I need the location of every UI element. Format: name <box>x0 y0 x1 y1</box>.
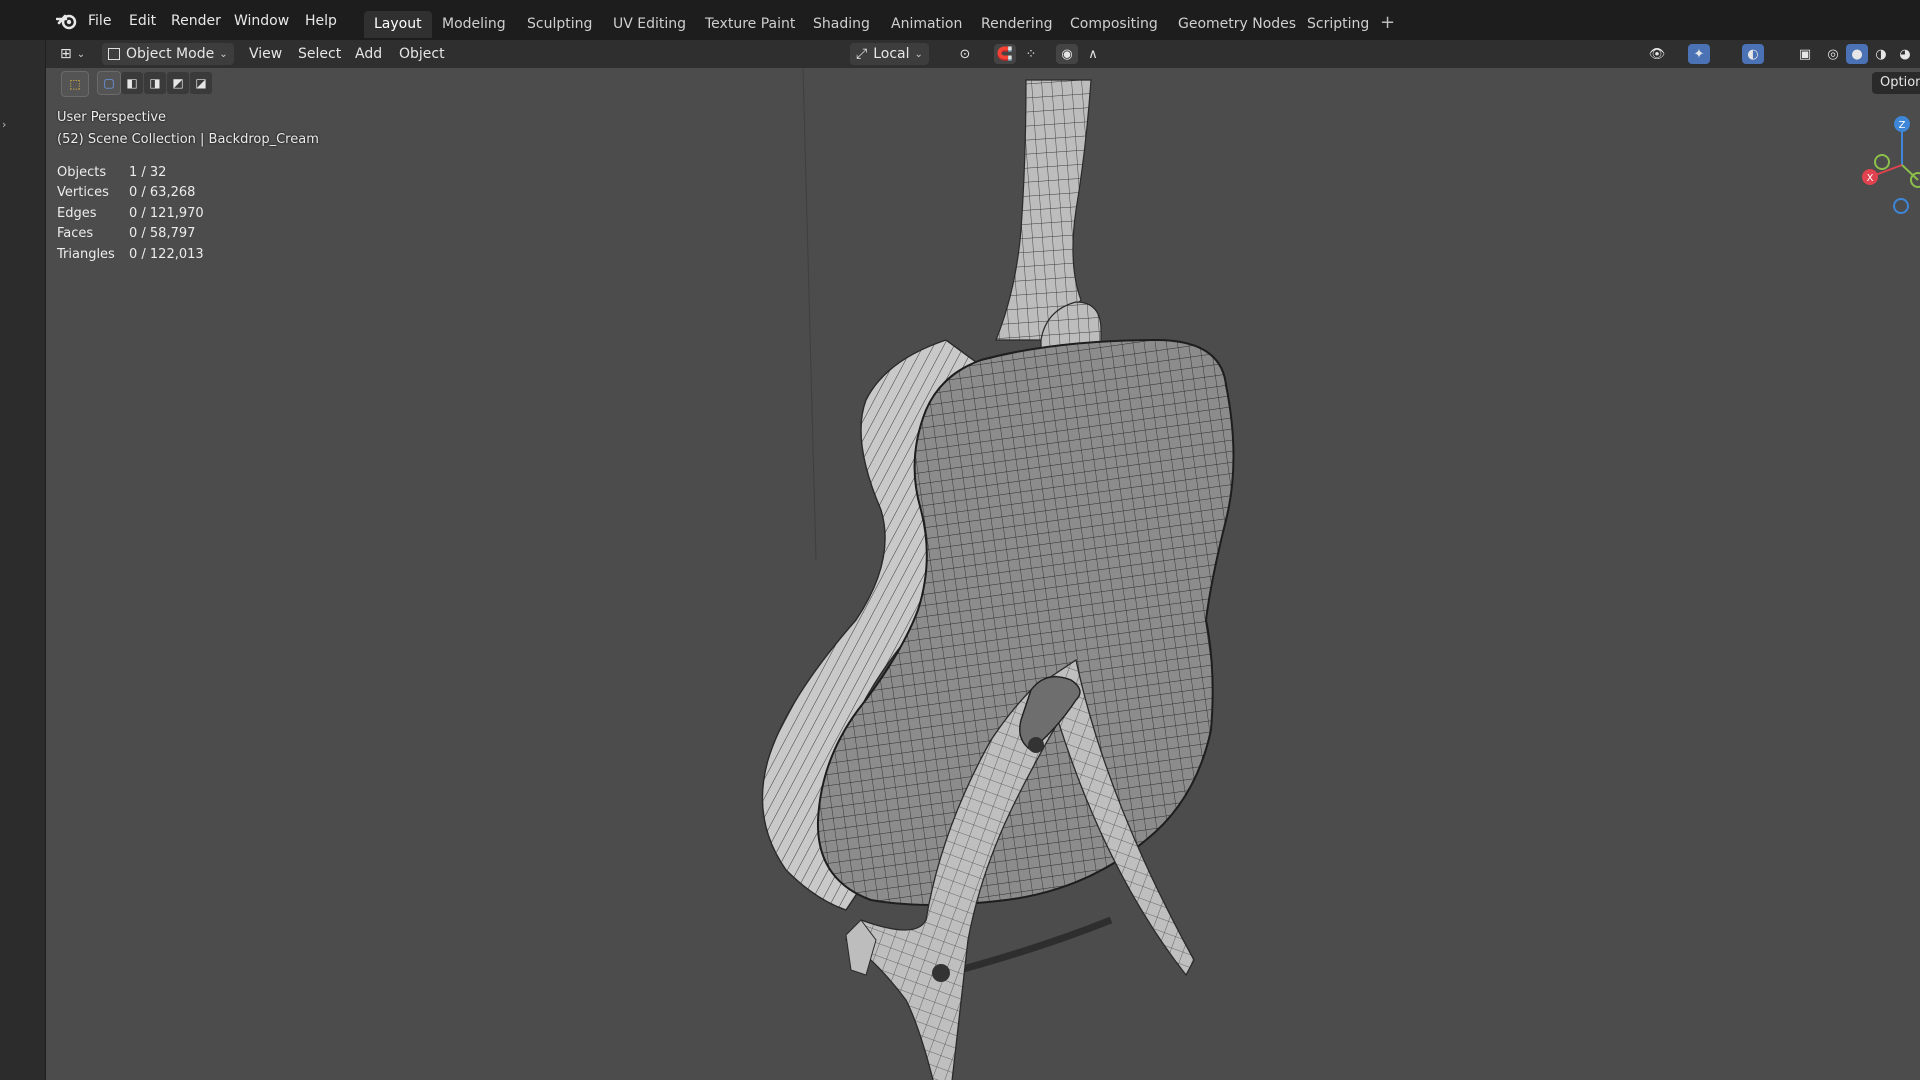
shading-rendered-icon[interactable]: ◕ <box>1894 44 1916 64</box>
select-mode-subtract-icon[interactable]: ◨ <box>144 72 166 94</box>
chevron-right-icon[interactable]: › <box>2 118 6 131</box>
menu-help[interactable]: Help <box>305 13 337 29</box>
tab-uv-editing[interactable]: UV Editing <box>603 11 696 38</box>
tab-texture-paint[interactable]: Texture Paint <box>695 11 805 38</box>
tab-animation[interactable]: Animation <box>881 11 972 38</box>
stat-value: 1 / 32 <box>129 165 167 180</box>
gizmo-toggle-icon[interactable]: ✦ <box>1688 44 1710 64</box>
menu-render[interactable]: Render <box>171 13 221 29</box>
chevron-down-icon: ⌄ <box>914 48 923 60</box>
axis-neg-z-handle[interactable] <box>1893 198 1909 214</box>
stat-label: Edges <box>57 206 97 221</box>
tab-shading[interactable]: Shading <box>803 11 880 38</box>
select-mode-intersect-icon[interactable]: ◪ <box>190 72 212 94</box>
stat-value: 0 / 121,970 <box>129 206 204 221</box>
shading-material-icon[interactable]: ◑ <box>1870 44 1892 64</box>
orientation-label: Local <box>873 46 910 62</box>
menu-file[interactable]: File <box>88 13 111 29</box>
select-mode-invert-icon[interactable]: ◩ <box>167 72 189 94</box>
navigation-gizmo[interactable]: Z X <box>1850 110 1920 220</box>
tool-settings-row: ⬚ ▢ ◧ ◨ ◩ ◪ <box>46 68 246 98</box>
select-mode-extend-icon[interactable]: ◧ <box>121 72 143 94</box>
3d-viewport[interactable]: ⊞ ⌄ Object Mode ⌄ View Select Add Object… <box>46 40 1920 1080</box>
tab-compositing[interactable]: Compositing <box>1060 11 1168 38</box>
stat-label: Vertices <box>57 185 109 200</box>
proportional-edit-icon[interactable]: ◉ <box>1056 44 1078 64</box>
falloff-icon[interactable]: ∧ <box>1082 44 1104 64</box>
blender-logo-icon[interactable] <box>56 11 78 31</box>
select-tool-icon[interactable]: ⬚ <box>61 71 89 97</box>
active-collection: (52) Scene Collection | Backdrop_Cream <box>57 132 319 147</box>
snap-grid-icon[interactable]: ⁘ <box>1020 44 1042 64</box>
axis-y-handle[interactable] <box>1910 172 1920 188</box>
chevron-down-icon: ⌄ <box>76 48 86 60</box>
axis-x-label: X <box>1867 173 1874 184</box>
menu-add[interactable]: Add <box>355 46 382 62</box>
stat-value: 0 / 122,013 <box>129 247 204 262</box>
scene-guide-line <box>802 67 817 561</box>
viewport-scene[interactable] <box>46 40 1920 1080</box>
snap-toggle-icon[interactable]: 🧲 <box>994 44 1016 64</box>
orientation-icon: ⤢ <box>856 46 868 62</box>
scene-statistics: Objects 1 / 32 Vertices 0 / 63,268 Edges… <box>46 165 306 275</box>
select-mode-new-icon[interactable]: ▢ <box>97 71 121 95</box>
stat-label: Triangles <box>57 247 115 262</box>
view-name: User Perspective <box>57 110 167 125</box>
menu-view[interactable]: View <box>249 46 282 62</box>
stat-label: Objects <box>57 165 107 180</box>
object-mode-icon <box>108 48 120 60</box>
left-edge-strip: › <box>0 40 46 1080</box>
tab-modeling[interactable]: Modeling <box>432 11 516 38</box>
tab-layout[interactable]: Layout <box>364 11 432 38</box>
overlays-toggle-icon[interactable]: ◐ <box>1742 44 1764 64</box>
guitar-neck[interactable] <box>995 79 1092 341</box>
top-menu-bar: File Edit Render Window Help Layout Mode… <box>0 0 1920 40</box>
tab-scripting[interactable]: Scripting <box>1297 11 1379 38</box>
axis-neg-y-handle[interactable] <box>1874 154 1890 170</box>
editor-type-icon: ⊞ <box>60 46 72 62</box>
menu-window[interactable]: Window <box>234 13 289 29</box>
tab-geometry-nodes[interactable]: Geometry Nodes <box>1168 11 1306 38</box>
shading-solid-icon[interactable]: ● <box>1846 44 1868 64</box>
mode-label: Object Mode <box>126 46 215 62</box>
stat-value: 0 / 58,797 <box>129 226 196 241</box>
editor-type-dropdown[interactable]: ⊞ ⌄ <box>60 43 85 65</box>
visibility-icon[interactable]: 👁 <box>1646 44 1668 64</box>
tab-rendering[interactable]: Rendering <box>971 11 1063 38</box>
chevron-down-icon: ⌄ <box>219 48 228 60</box>
pivot-point-icon[interactable]: ⊙ <box>954 44 976 64</box>
axis-z-label: Z <box>1899 120 1906 131</box>
mode-dropdown[interactable]: Object Mode ⌄ <box>102 43 234 65</box>
stat-label: Faces <box>57 226 94 241</box>
stand-pivot <box>932 964 950 982</box>
stand-knob <box>1028 737 1044 753</box>
menu-edit[interactable]: Edit <box>129 13 156 29</box>
xray-toggle-icon[interactable]: ▣ <box>1794 44 1816 64</box>
viewport-header: ⊞ ⌄ Object Mode ⌄ View Select Add Object… <box>46 40 1920 68</box>
shading-wireframe-icon[interactable]: ◎ <box>1822 44 1844 64</box>
options-button[interactable]: Options <box>1872 72 1920 94</box>
menu-object[interactable]: Object <box>399 46 445 62</box>
stat-value: 0 / 63,268 <box>129 185 196 200</box>
menu-select[interactable]: Select <box>298 46 341 62</box>
add-workspace-button[interactable]: + <box>1380 12 1395 33</box>
transform-orientation-dropdown[interactable]: ⤢ Local ⌄ <box>850 43 929 65</box>
tab-sculpting[interactable]: Sculpting <box>517 11 602 38</box>
